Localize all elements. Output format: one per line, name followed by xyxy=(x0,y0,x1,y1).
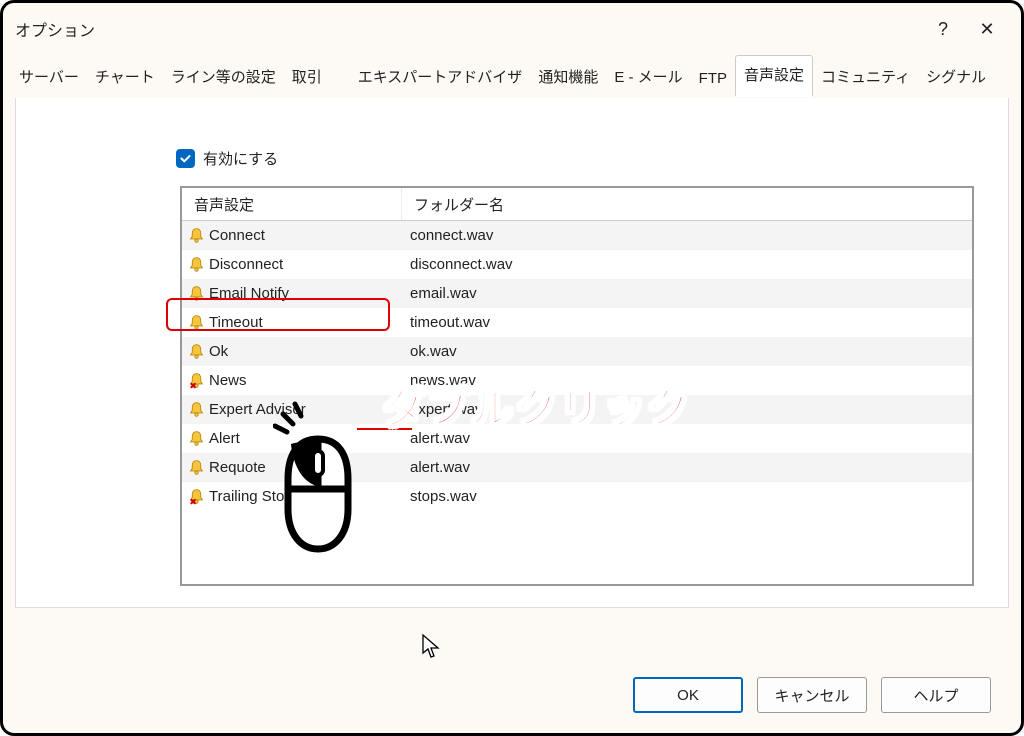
tab-10[interactable]: シグナル xyxy=(918,58,994,97)
sound-file: stops.wav xyxy=(402,488,972,505)
header-sound-setting[interactable]: 音声設定 xyxy=(182,188,402,220)
table-row[interactable]: News news.wav xyxy=(182,366,972,395)
bell-off-icon xyxy=(188,372,205,389)
tab-4[interactable]: エキスパートアドバイザ xyxy=(350,58,531,97)
dialog-title: オプション xyxy=(15,17,95,41)
table-row[interactable]: Trailing Stop stops.wav xyxy=(182,482,972,511)
bell-icon xyxy=(188,227,205,244)
sound-name: Timeout xyxy=(209,314,263,331)
ok-button[interactable]: OK xyxy=(633,677,743,713)
sound-name: Trailing Stop xyxy=(209,488,293,505)
tab-8[interactable]: 音声設定 xyxy=(735,55,813,97)
sound-name: News xyxy=(209,372,247,389)
table-body: Connect connect.wav Disconnect disconnect.w… xyxy=(182,221,972,511)
sound-file: ok.wav xyxy=(402,343,972,360)
tab-2[interactable]: ライン等の設定 xyxy=(163,58,284,97)
sound-name: Ok xyxy=(209,343,228,360)
cancel-button[interactable]: キャンセル xyxy=(757,677,867,713)
sound-file: connect.wav xyxy=(402,227,972,244)
bell-off-icon xyxy=(188,488,205,505)
table-row[interactable]: Timeout timeout.wav xyxy=(182,308,972,337)
table-header: 音声設定 フォルダー名 xyxy=(182,188,972,221)
enable-row: 有効にする xyxy=(176,148,278,169)
tab-1[interactable]: チャート xyxy=(87,58,163,97)
table-row[interactable]: Connect connect.wav xyxy=(182,221,972,250)
sound-name: Connect xyxy=(209,227,265,244)
sound-name: Email Notify xyxy=(209,285,289,302)
table-row[interactable]: Requote alert.wav xyxy=(182,453,972,482)
bell-icon xyxy=(188,401,205,418)
sound-file: email.wav xyxy=(402,285,972,302)
table-row[interactable]: Disconnect disconnect.wav xyxy=(182,250,972,279)
table-row[interactable]: Ok ok.wav xyxy=(182,337,972,366)
tab-3[interactable]: 取引 xyxy=(284,58,330,97)
tab-7[interactable]: FTP xyxy=(691,62,735,97)
sound-file: alert.wav xyxy=(402,459,972,476)
sound-file: disconnect.wav xyxy=(402,256,972,273)
options-dialog: オプション ? ✕ サーバーチャートライン等の設定取引エキスパートアドバイザ通知… xyxy=(0,0,1024,736)
tab-0[interactable]: サーバー xyxy=(11,58,87,97)
help-icon[interactable]: ? xyxy=(921,19,965,40)
bell-icon xyxy=(188,430,205,447)
dialog-buttons: OK キャンセル ヘルプ xyxy=(633,677,991,713)
sound-file: alert.wav xyxy=(402,430,972,447)
bell-icon xyxy=(188,314,205,331)
sound-name: Requote xyxy=(209,459,266,476)
tabs-bar: サーバーチャートライン等の設定取引エキスパートアドバイザ通知機能E - メールF… xyxy=(3,55,1021,98)
sound-file: timeout.wav xyxy=(402,314,972,331)
table-row[interactable]: Alert alert.wav xyxy=(182,424,972,453)
bell-icon xyxy=(188,256,205,273)
sound-name: Disconnect xyxy=(209,256,283,273)
tab-6[interactable]: E - メール xyxy=(606,58,690,97)
table-row[interactable]: Email Notify email.wav xyxy=(182,279,972,308)
tab-5[interactable]: 通知機能 xyxy=(530,58,606,97)
bell-icon xyxy=(188,459,205,476)
table-row[interactable]: Expert Advisor expert.wav xyxy=(182,395,972,424)
help-button[interactable]: ヘルプ xyxy=(881,677,991,713)
sound-table: 音声設定 フォルダー名 Connect connect.wav Disconnect… xyxy=(180,186,974,586)
titlebar: オプション ? ✕ xyxy=(3,3,1021,55)
bell-icon xyxy=(188,343,205,360)
header-folder-name[interactable]: フォルダー名 xyxy=(402,188,972,220)
tab-9[interactable]: コミュニティ xyxy=(813,58,918,97)
sound-name: Alert xyxy=(209,430,240,447)
enable-checkbox[interactable] xyxy=(176,149,195,168)
bell-icon xyxy=(188,285,205,302)
cursor-icon xyxy=(421,633,441,663)
sound-file: news.wav xyxy=(402,372,972,389)
close-icon[interactable]: ✕ xyxy=(965,19,1009,40)
enable-label: 有効にする xyxy=(203,148,278,169)
sound-settings-panel: 有効にする 音声設定 フォルダー名 Connect connect.wav Disc… xyxy=(15,98,1009,608)
sound-name: Expert Advisor xyxy=(209,401,306,418)
sound-file: expert.wav xyxy=(402,401,972,418)
